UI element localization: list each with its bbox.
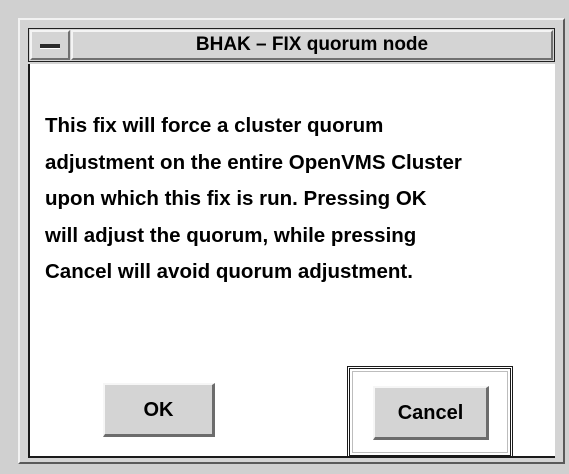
message-line: upon which this fix is run. Pressing OK bbox=[45, 187, 427, 210]
dialog-client-area: This fix will force a cluster quorum adj… bbox=[28, 64, 555, 458]
message-line: adjustment on the entire OpenVMS Cluster bbox=[45, 150, 462, 174]
message-line: This fix will force a cluster quorum bbox=[45, 114, 384, 137]
message-line: Cancel will avoid quorum adjustment. bbox=[45, 260, 413, 283]
message-line: will adjust the quorum, while pressing bbox=[45, 223, 417, 247]
dialog-message: This fix will force a cluster quorum adj… bbox=[45, 108, 555, 291]
window-menu-icon bbox=[40, 44, 60, 48]
window-menu-button[interactable] bbox=[30, 30, 70, 60]
cancel-button[interactable]: Cancel bbox=[373, 386, 489, 440]
ok-button[interactable]: OK bbox=[103, 383, 215, 437]
dialog-window: BHAK – FIX quorum node This fix will for… bbox=[18, 18, 565, 464]
window-title[interactable]: BHAK – FIX quorum node bbox=[71, 30, 553, 60]
title-bar: BHAK – FIX quorum node bbox=[28, 28, 555, 62]
